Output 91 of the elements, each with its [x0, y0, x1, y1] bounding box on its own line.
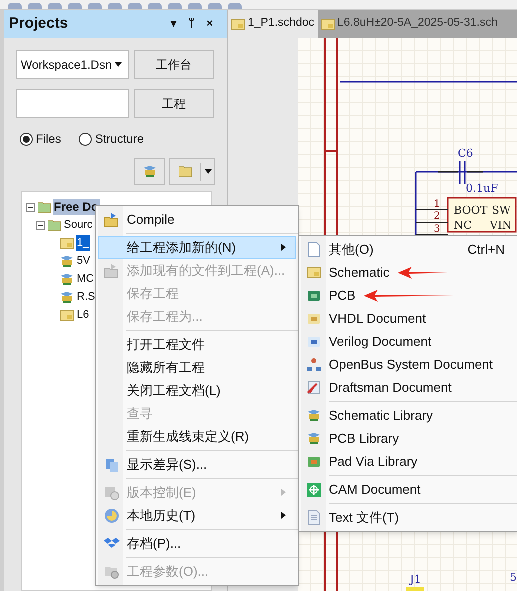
- menu-item[interactable]: PCB: [301, 284, 517, 307]
- chip-icon: [142, 165, 156, 178]
- folder-arrow-icon: [104, 212, 120, 228]
- menu-item[interactable]: VHDL Document: [301, 307, 517, 330]
- collapse-toggle[interactable]: [26, 202, 35, 212]
- clock-icon: [104, 508, 120, 524]
- menu-item[interactable]: Verilog Document: [301, 330, 517, 353]
- drafting-icon: [306, 380, 320, 394]
- menu-item[interactable]: Compile: [98, 208, 296, 231]
- workspace-button[interactable]: 工作台: [134, 50, 214, 79]
- pin-number: 2: [434, 211, 440, 222]
- menu-item[interactable]: Draftsman Document: [301, 376, 517, 399]
- close-button[interactable]: ×: [201, 16, 219, 32]
- toolbar-icon[interactable]: [48, 3, 62, 9]
- chip-icon: [60, 290, 74, 304]
- menu-item[interactable]: CAM Document: [301, 478, 517, 501]
- document-icon: [306, 267, 320, 278]
- pin-label: NC: [454, 219, 472, 232]
- document-icon: [320, 18, 334, 30]
- toolbar-icon[interactable]: [28, 3, 42, 9]
- menu-item[interactable]: 打开工程文件: [98, 333, 296, 356]
- menu-item[interactable]: 显示差异(S)...: [98, 453, 296, 476]
- toolbar-icon[interactable]: [228, 3, 242, 9]
- menu-item[interactable]: Text 文件(T): [301, 506, 517, 529]
- collapse-toggle[interactable]: [36, 220, 45, 230]
- menu-item[interactable]: 存档(P)...: [98, 532, 296, 555]
- menu-item[interactable]: 重新生成线束定义(R): [98, 425, 296, 448]
- chip-icon: [60, 254, 74, 268]
- folder-icon: [38, 202, 51, 212]
- component-label: C6: [458, 147, 474, 160]
- tree-item[interactable]: MC: [76, 271, 96, 287]
- port-marker: [406, 587, 424, 591]
- toolbar-icon[interactable]: [68, 3, 82, 9]
- menu-item[interactable]: 本地历史(T): [98, 504, 296, 527]
- toolbar-icon[interactable]: [8, 3, 22, 9]
- menu-item[interactable]: 关闭工程文档(L): [98, 379, 296, 402]
- menu-item[interactable]: PCB Library: [301, 427, 517, 450]
- menu-item[interactable]: 其他(O) Ctrl+N: [301, 238, 517, 261]
- toolbar-icon[interactable]: [128, 3, 142, 9]
- compare-icon: [104, 456, 120, 472]
- shortcut-label: Ctrl+N: [468, 240, 505, 259]
- project-button[interactable]: 工程: [134, 89, 214, 118]
- folder-arrow-icon: [104, 262, 120, 278]
- document-tab[interactable]: 1_P1.schdoc: [228, 10, 318, 38]
- dropdown-caret-icon: [205, 168, 212, 175]
- menu-item[interactable]: Pad Via Library: [301, 450, 517, 473]
- workspace-dropdown[interactable]: Workspace1.Dsn: [16, 50, 129, 79]
- panel-title: Projects: [9, 14, 70, 34]
- document-icon: [60, 310, 74, 320]
- toolbar-icon[interactable]: [88, 3, 102, 9]
- folder-icon: [178, 166, 192, 177]
- tree-item[interactable]: R.S: [76, 289, 96, 305]
- network-icon: [306, 358, 320, 372]
- document-icon: [231, 18, 245, 30]
- tree-item[interactable]: Sourc: [63, 217, 94, 233]
- open-project-button[interactable]: [169, 158, 215, 185]
- menu-item[interactable]: Schematic Library: [301, 404, 517, 427]
- toolbar-icon[interactable]: [108, 3, 122, 9]
- blank-page-icon: [308, 242, 320, 257]
- toolbar-icon[interactable]: [168, 3, 182, 9]
- chip-icon: [306, 432, 320, 445]
- text-page-icon: [308, 510, 320, 525]
- project-field[interactable]: [16, 89, 129, 118]
- component-label: 5: [510, 571, 517, 584]
- menu-item[interactable]: 隐藏所有工程: [98, 356, 296, 379]
- pin-label: SW: [492, 204, 511, 217]
- component-value: 0.1uF: [466, 182, 498, 195]
- menu-item[interactable]: Schematic: [301, 261, 517, 284]
- chip-icon: [60, 272, 74, 286]
- pin-label: VIN: [490, 219, 512, 232]
- dropdown-caret-icon: [115, 61, 122, 68]
- compile-button[interactable]: [134, 158, 165, 185]
- menu-item[interactable]: 给工程添加新的(N): [98, 236, 296, 259]
- pin-number: 1: [434, 199, 440, 210]
- pin-number: 3: [434, 224, 440, 235]
- toolbar-icon[interactable]: [208, 3, 222, 9]
- toolbar-icon[interactable]: [188, 3, 202, 9]
- tree-item[interactable]: 5V: [76, 253, 92, 269]
- menu-item[interactable]: OpenBus System Document: [301, 353, 517, 376]
- view-radio[interactable]: Files: [20, 130, 62, 148]
- component-label: J1: [410, 573, 422, 586]
- chip-icon: [306, 409, 320, 422]
- pin-label: BOOT: [454, 204, 488, 217]
- toolbar-icon[interactable]: [148, 3, 162, 9]
- folder-icon: [48, 220, 61, 230]
- tree-item[interactable]: 1_: [76, 235, 90, 251]
- document-icon: [60, 238, 74, 248]
- menu-dropdown-button[interactable]: ▾: [165, 16, 183, 32]
- pin-button[interactable]: ᛘ: [183, 16, 201, 32]
- tree-item[interactable]: L6: [76, 307, 90, 323]
- view-radio[interactable]: Structure: [79, 130, 144, 148]
